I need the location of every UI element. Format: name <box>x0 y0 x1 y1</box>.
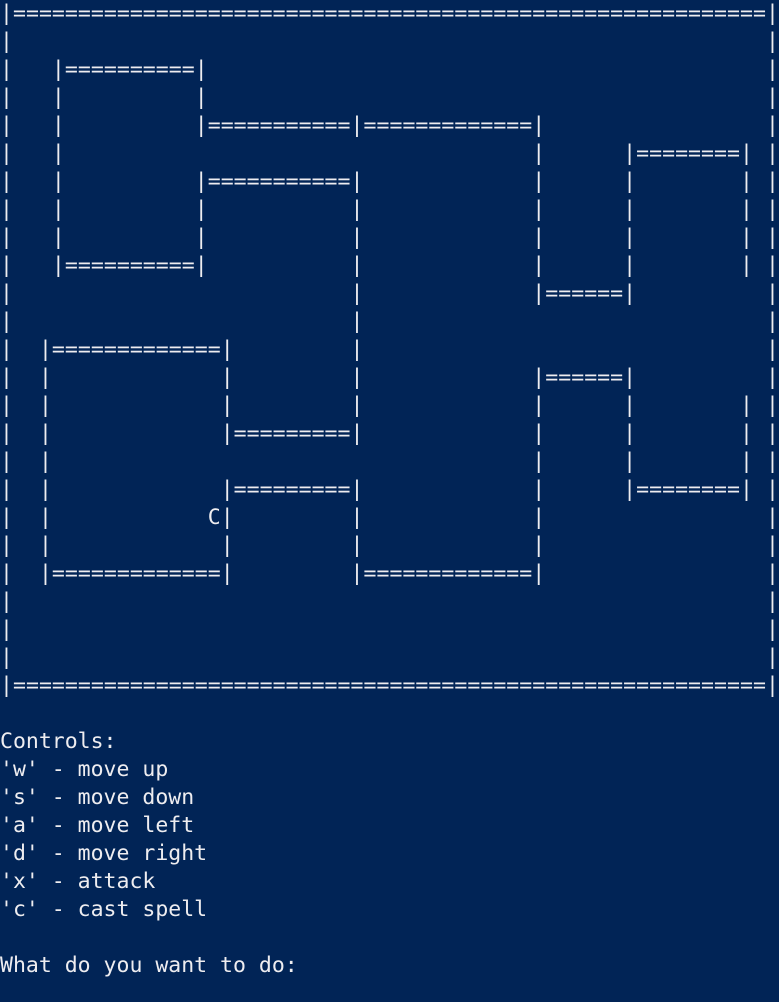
map-row: | | | <box>0 309 779 334</box>
map-row: | |==========| | <box>0 57 779 82</box>
map-row: | |==========| | | | | | <box>0 253 779 278</box>
controls-header: Controls: <box>0 729 117 754</box>
control-move-right: 'd' - move right <box>0 841 208 866</box>
map-row: | | |=========| | | | | <box>0 421 779 446</box>
map-row: | | <box>0 29 779 54</box>
map-row: | | | |========| | <box>0 141 779 166</box>
map-row: | | |===========|=============| | <box>0 113 779 138</box>
control-move-down: 's' - move down <box>0 785 195 810</box>
command-prompt: What do you want to do: <box>0 952 611 980</box>
command-input[interactable] <box>311 954 611 978</box>
map-row: | | | | | | <box>0 449 779 474</box>
terminal-window: |=======================================… <box>0 0 779 1002</box>
map-row: | | | | | | | | <box>0 393 779 418</box>
map-row: | |=============| | | <box>0 337 779 362</box>
map-row: | | |===========| | | | | <box>0 169 779 194</box>
map-row: |=======================================… <box>0 1 779 26</box>
map-row: | | <box>0 645 779 670</box>
map-row: | | |=========| | |========| | <box>0 477 779 502</box>
map-row: | | <box>0 617 779 642</box>
map-row: | |=============| |=============| | <box>0 561 779 586</box>
map-row: | | | | | | | | <box>0 197 779 222</box>
map-row: | | | | | | | | <box>0 225 779 250</box>
control-attack: 'x' - attack <box>0 869 156 894</box>
map-row: | | C| | | | <box>0 505 779 530</box>
control-move-up: 'w' - move up <box>0 757 169 782</box>
map-row: | | | | |======| | <box>0 365 779 390</box>
prompt-text: What do you want to do: <box>0 953 298 978</box>
map-row: | | | | <box>0 85 779 110</box>
map-row: |=======================================… <box>0 673 779 698</box>
control-move-left: 'a' - move left <box>0 813 195 838</box>
map-row: | | | | | | <box>0 533 779 558</box>
control-cast-spell: 'c' - cast spell <box>0 897 208 922</box>
map-row: | | |======| | <box>0 281 779 306</box>
map-row: | | <box>0 589 779 614</box>
